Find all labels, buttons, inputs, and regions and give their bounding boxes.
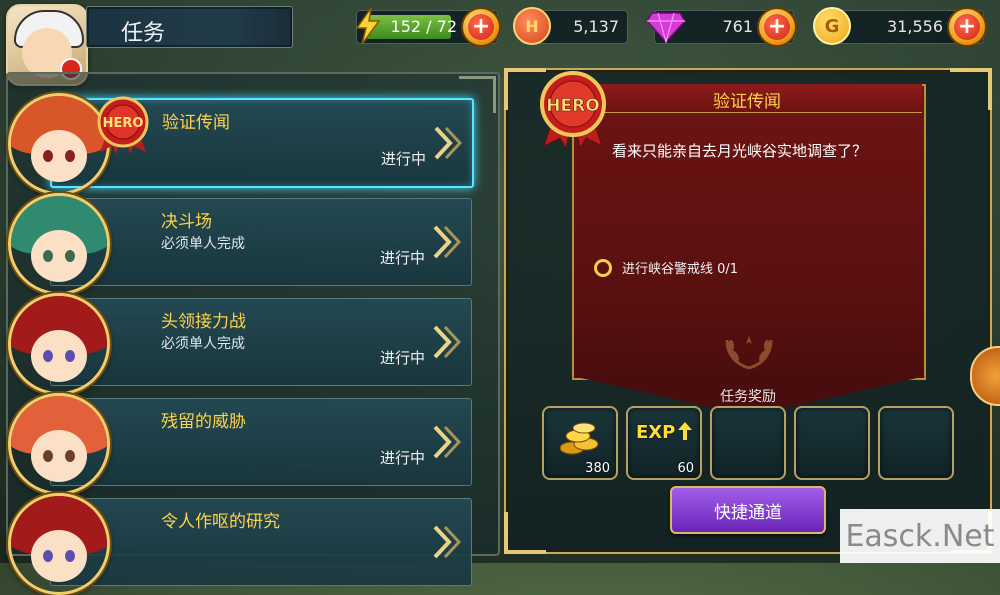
energy-counter: 152 / 72 + bbox=[355, 7, 501, 47]
gem-counter: 761 + bbox=[646, 7, 797, 47]
reward-slot bbox=[710, 406, 786, 480]
portrait-eye bbox=[43, 450, 53, 462]
hero-portrait bbox=[8, 393, 110, 495]
portrait-face bbox=[31, 430, 87, 482]
hero-portrait bbox=[8, 193, 110, 295]
gold-coins-icon bbox=[559, 422, 599, 455]
portrait-eye bbox=[43, 150, 53, 162]
reward-slot[interactable]: 380 bbox=[542, 406, 618, 480]
portrait-eye bbox=[65, 450, 75, 462]
gold-coin-letter: G bbox=[813, 7, 851, 45]
chevron-right-icon bbox=[433, 525, 461, 559]
quest-status: 进行中 bbox=[379, 449, 425, 467]
portrait-face bbox=[31, 530, 87, 582]
lightning-icon bbox=[347, 5, 389, 47]
add-gold-button[interactable]: + bbox=[947, 7, 987, 47]
quest-row[interactable]: 残留的威胁进行中 bbox=[50, 398, 472, 486]
honor-coin-icon: H bbox=[511, 5, 553, 47]
page-title: 任务 bbox=[121, 21, 166, 46]
quest-name: 头领接力战 bbox=[161, 312, 246, 332]
reward-slot bbox=[878, 406, 954, 480]
frame-corner-ornament bbox=[504, 512, 546, 554]
portrait-eye bbox=[65, 250, 75, 262]
quest-status: 进行中 bbox=[380, 150, 426, 168]
quest-name: 令人作呕的研究 bbox=[161, 512, 280, 532]
quest-row[interactable]: 令人作呕的研究 bbox=[50, 498, 472, 586]
quest-status: 进行中 bbox=[379, 349, 425, 367]
portrait-eye bbox=[43, 250, 53, 262]
hero-medal-text: HERO bbox=[103, 116, 144, 131]
hero-portrait bbox=[8, 493, 110, 595]
portrait-face bbox=[31, 130, 87, 182]
portrait-eye bbox=[65, 150, 75, 162]
plus-icon: + bbox=[954, 14, 980, 40]
objective-ring-icon bbox=[594, 258, 612, 277]
reward-title: 任务奖励 bbox=[720, 389, 776, 405]
portrait-face bbox=[31, 230, 87, 282]
frame-corner-ornament bbox=[950, 68, 992, 110]
portrait-eye bbox=[65, 550, 75, 562]
hero-portrait bbox=[8, 293, 110, 395]
gold-value: 31,556 bbox=[887, 17, 943, 36]
arrow-up-icon bbox=[678, 422, 692, 440]
chevron-right-icon bbox=[434, 126, 462, 160]
hero-badge-text: HERO bbox=[546, 96, 599, 116]
honor-value: 5,137 bbox=[573, 17, 619, 36]
quest-name: 验证传闻 bbox=[162, 113, 230, 133]
quest-status: 进行中 bbox=[379, 249, 425, 267]
page-title-bar: 任务 bbox=[86, 6, 293, 48]
quest-subtitle: 必须单人完成 bbox=[161, 336, 245, 352]
portrait-eye bbox=[65, 350, 75, 362]
plus-icon: + bbox=[764, 14, 790, 40]
hero-medal-icon: HERO bbox=[97, 96, 149, 154]
reward-slot bbox=[794, 406, 870, 480]
quest-name: 决斗场 bbox=[161, 212, 212, 232]
quick-access-button[interactable]: 快捷通道 bbox=[670, 486, 826, 534]
chevron-right-icon bbox=[433, 325, 461, 359]
reward-slot[interactable]: EXP 60 bbox=[626, 406, 702, 480]
gold-counter: G 31,556 + bbox=[813, 7, 987, 47]
energy-value: 152 / 72 bbox=[390, 17, 457, 36]
quest-objective: 进行峡谷警戒线 0/1 bbox=[594, 258, 738, 277]
quest-title-bar: 验证传闻 bbox=[572, 84, 922, 113]
hero-badge-icon: HERO bbox=[540, 71, 606, 148]
chevron-right-icon bbox=[433, 225, 461, 259]
portrait-eye bbox=[43, 550, 53, 562]
quest-row[interactable]: 头领接力战必须单人完成进行中 bbox=[50, 298, 472, 386]
exp-up-icon: EXP bbox=[636, 422, 676, 443]
portrait-eye bbox=[43, 350, 53, 362]
chevron-right-icon bbox=[433, 425, 461, 459]
gem-icon bbox=[645, 5, 687, 47]
honor-counter: H 5,137 bbox=[513, 7, 628, 45]
reward-count: 380 bbox=[585, 461, 610, 476]
quest-subtitle: 必须单人完成 bbox=[161, 236, 245, 252]
gem-value: 761 bbox=[722, 17, 753, 36]
plus-icon: + bbox=[468, 14, 494, 40]
quest-name: 残留的威胁 bbox=[161, 412, 246, 432]
add-energy-button[interactable]: + bbox=[461, 7, 501, 47]
watermark: Easck.Net bbox=[840, 509, 1000, 563]
quest-story-text: 看来只能亲自去月光峡谷实地调查了？ bbox=[612, 142, 868, 160]
honor-coin-letter: H bbox=[513, 7, 551, 45]
reward-count: 60 bbox=[677, 461, 694, 476]
quest-detail-title: 验证传闻 bbox=[713, 92, 781, 112]
add-gems-button[interactable]: + bbox=[757, 7, 797, 47]
gold-coin-icon: G bbox=[811, 5, 853, 47]
portrait-face bbox=[31, 330, 87, 382]
laurel-icon bbox=[725, 336, 773, 370]
quest-row[interactable]: 决斗场必须单人完成进行中 bbox=[50, 198, 472, 286]
objective-text: 进行峡谷警戒线 0/1 bbox=[622, 262, 739, 277]
